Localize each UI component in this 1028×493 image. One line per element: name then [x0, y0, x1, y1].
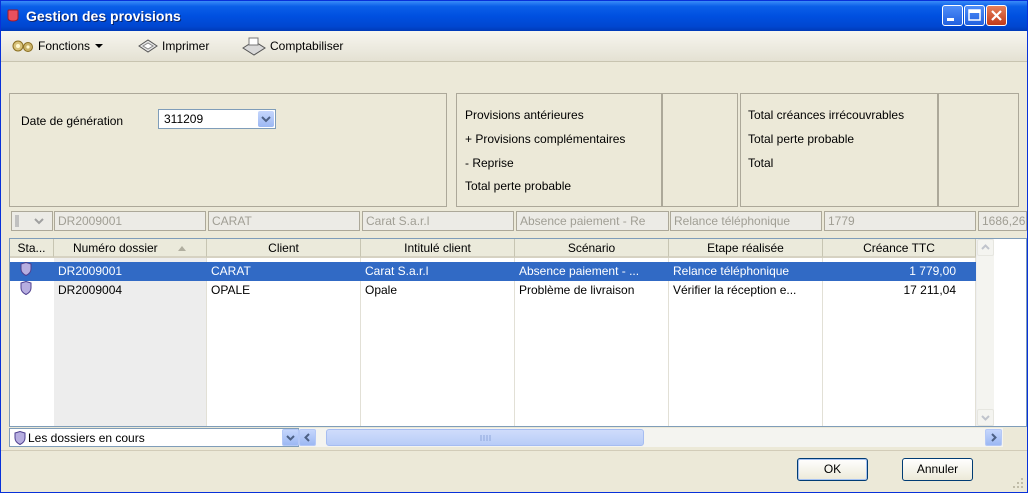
horizontal-scrollbar[interactable] [299, 428, 1003, 447]
scenario-cell: Absence paiement - ... [519, 264, 640, 278]
chevron-down-icon [261, 116, 271, 123]
shield-icon [14, 431, 26, 445]
scroll-left-button[interactable] [299, 429, 316, 446]
printer-icon [138, 39, 158, 53]
gears-icon [12, 40, 33, 52]
dossiers-table: Sta... Numéro dossier Client Intitulé cl… [9, 238, 1027, 427]
shield-icon [20, 281, 32, 296]
shield-icon [20, 262, 32, 277]
chevron-right-icon [991, 433, 997, 442]
filter-etape[interactable]: Relance téléphonique [670, 211, 822, 231]
filter-creance[interactable]: 1779 [824, 211, 976, 231]
table-row[interactable]: DR2009001 CARAT Carat S.a.r.l Absence pa… [10, 262, 976, 281]
table-row[interactable]: DR2009004 OPALE Opale Problème de livrai… [10, 281, 976, 300]
filter-status-combo[interactable] [11, 211, 53, 231]
sort-asc-icon [178, 246, 187, 251]
scenario-cell: Problème de livraison [519, 283, 635, 297]
total-perte-probable-label: Total perte probable [465, 179, 572, 193]
footer-divider [1, 450, 1027, 451]
creance-cell: 17 211,04 [903, 283, 957, 297]
maximize-icon [968, 9, 981, 21]
column-header-etape[interactable]: Etape réalisée [669, 239, 823, 258]
chevron-up-icon [981, 244, 990, 250]
chevron-down-icon [981, 415, 990, 421]
fonctions-label: Fonctions [38, 39, 91, 53]
fonctions-menu[interactable]: Fonctions [11, 36, 104, 56]
imprimer-button[interactable]: Imprimer [137, 36, 209, 56]
creance-cell: 1 779,00 [909, 264, 956, 278]
totals-values-box [938, 93, 1019, 207]
status-cell [10, 262, 54, 281]
provisions-values-box [662, 93, 738, 207]
reprise-label: - Reprise [465, 156, 514, 170]
filter-intitule[interactable]: Carat S.a.r.l [362, 211, 514, 231]
dropdown-arrow-icon [95, 44, 104, 48]
filter-client[interactable]: CARAT [208, 211, 360, 231]
toolbar: Fonctions Imprimer Comptabiliser [1, 31, 1027, 62]
resize-grip-icon[interactable] [1011, 476, 1025, 490]
generation-date-value: 311209 [164, 112, 204, 126]
column-header-intitule[interactable]: Intitulé client [361, 239, 515, 258]
numero-cell: DR2009001 [58, 264, 123, 278]
window: Gestion des provisions Fonctions Imprime… [0, 0, 1028, 493]
scroll-up-button[interactable] [977, 239, 994, 256]
etape-cell: Relance téléphonique [673, 264, 790, 278]
intitule-cell: Opale [365, 283, 398, 297]
title-bar[interactable]: Gestion des provisions [1, 1, 1027, 31]
accounting-icon [242, 37, 266, 56]
minimize-button[interactable] [942, 5, 963, 26]
intitule-cell: Carat S.a.r.l [365, 264, 429, 278]
dossier-filter-dropdown[interactable] [282, 429, 299, 446]
comptabiliser-label: Comptabiliser [270, 39, 344, 53]
scroll-down-button[interactable] [977, 409, 994, 426]
combo-dropdown-button[interactable] [258, 111, 274, 127]
vertical-scrollbar[interactable] [976, 239, 994, 426]
column-header-scenario[interactable]: Scénario [515, 239, 669, 258]
maximize-button[interactable] [964, 5, 985, 26]
status-cell [10, 281, 54, 300]
window-title: Gestion des provisions [26, 8, 181, 24]
grip-icon [480, 435, 491, 441]
numero-cell: DR2009004 [58, 283, 123, 297]
app-icon [7, 9, 19, 22]
filter-scenario[interactable]: Absence paiement - Re [516, 211, 669, 231]
column-header-creance[interactable]: Créance TTC [823, 239, 976, 258]
total-label: Total [748, 156, 774, 170]
provisions-complementaires-label: + Provisions complémentaires [465, 132, 626, 146]
chevron-left-icon [304, 433, 310, 442]
column-header-numero-label: Numéro dossier [72, 241, 158, 255]
ok-button[interactable]: OK [797, 458, 868, 481]
filter-extra[interactable]: 1686,26 [978, 211, 1027, 231]
column-header-client[interactable]: Client [207, 239, 361, 258]
column-header-status[interactable]: Sta... [10, 239, 54, 258]
filter-numero[interactable]: DR2009001 [54, 211, 206, 231]
close-button[interactable] [986, 5, 1007, 26]
client-cell: OPALE [211, 283, 251, 297]
dossier-filter-value: Les dossiers en cours [28, 431, 145, 445]
scroll-right-button[interactable] [985, 429, 1002, 446]
total-perte-label: Total perte probable [748, 132, 855, 146]
chevron-down-icon [15, 215, 44, 227]
client-cell: CARAT [211, 264, 251, 278]
close-icon [991, 10, 1002, 21]
imprimer-label: Imprimer [162, 39, 210, 53]
provisions-anterieures-label: Provisions antérieures [465, 108, 584, 122]
cancel-button[interactable]: Annuler [902, 458, 973, 481]
chevron-down-icon [286, 435, 295, 441]
generation-date-label: Date de génération [21, 114, 124, 128]
generation-date-combo[interactable]: 311209 [158, 109, 276, 129]
dossier-filter-combo[interactable]: Les dossiers en cours [9, 428, 299, 447]
scroll-thumb[interactable] [326, 429, 644, 446]
total-creances-label: Total créances irrécouvrables [748, 108, 905, 122]
comptabiliser-button[interactable]: Comptabiliser [241, 36, 343, 56]
minimize-icon [947, 18, 954, 21]
etape-cell: Vérifier la réception e... [673, 283, 797, 297]
column-header-numero[interactable]: Numéro dossier [54, 239, 207, 258]
